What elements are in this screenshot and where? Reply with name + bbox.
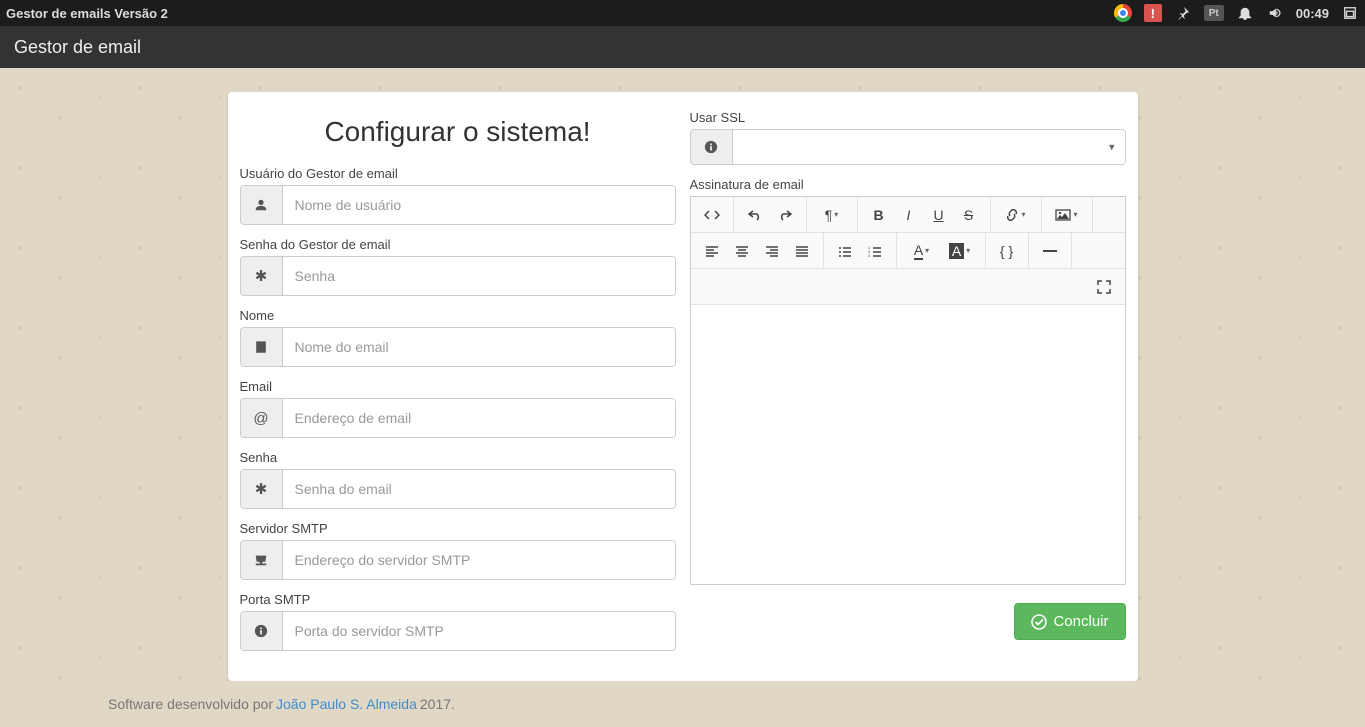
submit-button[interactable]: Concluir	[1014, 603, 1125, 640]
notification-icon[interactable]	[1236, 4, 1254, 22]
smtp-server-group	[240, 540, 676, 580]
right-column: Usar SSL Assinatura de email ¶▾	[690, 110, 1126, 661]
window-title: Gestor de emails Versão 2	[6, 6, 168, 21]
app-title: Gestor de email	[14, 37, 141, 58]
submit-label: Concluir	[1053, 613, 1108, 630]
align-right-icon[interactable]	[757, 237, 787, 265]
smtp-port-group	[240, 611, 676, 651]
signature-label: Assinatura de email	[690, 177, 1126, 192]
keyboard-indicator[interactable]: Pt	[1204, 5, 1224, 21]
manager-password-label: Senha do Gestor de email	[240, 237, 676, 252]
strikethrough-icon[interactable]: S	[954, 201, 984, 229]
chrome-icon[interactable]	[1114, 4, 1132, 22]
content-area: Configurar o sistema! Usuário do Gestor …	[0, 68, 1365, 681]
email-group: @	[240, 398, 676, 438]
system-top-bar: Gestor de emails Versão 2 ! Pt 00:49	[0, 0, 1365, 26]
pin-icon[interactable]	[1174, 4, 1192, 22]
footer-text: Software desenvolvido por	[108, 696, 273, 712]
config-panel: Configurar o sistema! Usuário do Gestor …	[228, 92, 1138, 681]
info-icon	[691, 130, 733, 164]
ssl-select-group	[690, 129, 1126, 165]
ordered-list-icon[interactable]: 123	[860, 237, 890, 265]
link-icon[interactable]: ▾	[997, 201, 1035, 229]
bold-icon[interactable]: B	[864, 201, 894, 229]
paragraph-icon[interactable]: ¶▾	[813, 201, 851, 229]
system-tray: ! Pt 00:49	[1114, 4, 1359, 22]
italic-icon[interactable]: I	[894, 201, 924, 229]
email-input[interactable]	[283, 399, 675, 437]
username-group	[240, 185, 676, 225]
background-color-icon[interactable]: A▾	[941, 237, 979, 265]
email-label: Email	[240, 379, 676, 394]
left-column: Configurar o sistema! Usuário do Gestor …	[240, 110, 676, 661]
asterisk-icon: ✱	[241, 257, 283, 295]
align-center-icon[interactable]	[727, 237, 757, 265]
email-password-input[interactable]	[283, 470, 675, 508]
align-left-icon[interactable]	[697, 237, 727, 265]
username-input[interactable]	[283, 186, 675, 224]
svg-text:3: 3	[868, 253, 871, 257]
name-label: Nome	[240, 308, 676, 323]
check-circle-icon	[1031, 614, 1047, 630]
font-color-icon[interactable]: A▾	[903, 237, 941, 265]
email-password-label: Senha	[240, 450, 676, 465]
smtp-server-input[interactable]	[283, 541, 675, 579]
app-header: Gestor de email	[0, 26, 1365, 68]
email-password-group: ✱	[240, 469, 676, 509]
smtp-server-label: Servidor SMTP	[240, 521, 676, 536]
alert-icon[interactable]: !	[1144, 4, 1162, 22]
smtp-port-label: Porta SMTP	[240, 592, 676, 607]
unordered-list-icon[interactable]	[830, 237, 860, 265]
footer-author-link[interactable]: João Paulo S. Almeida	[276, 696, 417, 712]
window-controls-icon[interactable]	[1341, 4, 1359, 22]
username-label: Usuário do Gestor de email	[240, 166, 676, 181]
clock: 00:49	[1296, 6, 1329, 21]
code-view-icon[interactable]	[697, 201, 727, 229]
volume-icon[interactable]	[1266, 4, 1284, 22]
manager-password-input[interactable]	[283, 257, 675, 295]
name-group	[240, 327, 676, 367]
footer: Software desenvolvido por João Paulo S. …	[0, 681, 1365, 727]
inbox-icon	[241, 541, 283, 579]
code-block-icon[interactable]: { }	[992, 237, 1022, 265]
footer-year: 2017.	[420, 696, 455, 712]
horizontal-rule-icon[interactable]	[1035, 237, 1065, 265]
ssl-label: Usar SSL	[690, 110, 1126, 125]
user-icon	[241, 186, 283, 224]
ssl-select[interactable]	[733, 130, 1125, 164]
redo-icon[interactable]	[770, 201, 800, 229]
signature-editor[interactable]	[690, 305, 1126, 585]
form-heading: Configurar o sistema!	[240, 116, 676, 148]
name-input[interactable]	[283, 328, 675, 366]
asterisk-icon: ✱	[241, 470, 283, 508]
fullscreen-icon[interactable]	[1089, 273, 1119, 301]
image-icon[interactable]: ▾	[1048, 201, 1086, 229]
info-icon	[241, 612, 283, 650]
manager-password-group: ✱	[240, 256, 676, 296]
editor-toolbar: ¶▾ B I U S ▾ ▾	[690, 196, 1126, 305]
align-justify-icon[interactable]	[787, 237, 817, 265]
smtp-port-input[interactable]	[283, 612, 675, 650]
undo-icon[interactable]	[740, 201, 770, 229]
book-icon	[241, 328, 283, 366]
underline-icon[interactable]: U	[924, 201, 954, 229]
at-icon: @	[241, 399, 283, 437]
